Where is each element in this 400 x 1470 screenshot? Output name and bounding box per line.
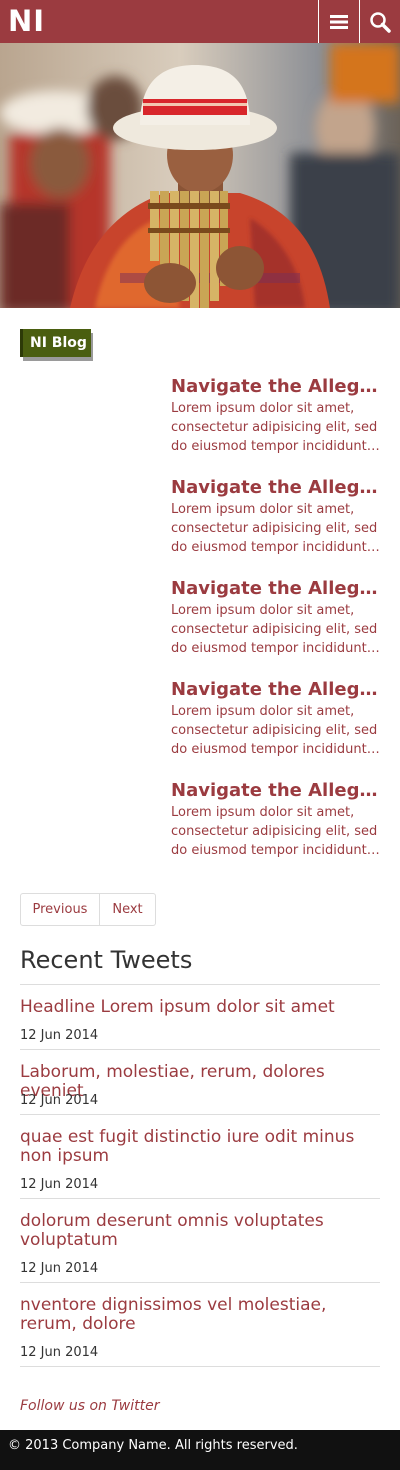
site-logo[interactable]: NI <box>8 4 45 38</box>
menu-icon <box>330 14 348 29</box>
pan-flute-player-photo <box>0 43 400 308</box>
post-excerpt: Lorem ipsum dolor sit amet, consectetur … <box>171 603 378 656</box>
tweet-item: dolorum deserunt omnis voluptates volupt… <box>20 1212 380 1250</box>
previous-button[interactable]: Previous <box>20 893 100 926</box>
blog-badge: NI Blog <box>20 329 91 357</box>
tweet-item: Headline Lorem ipsum dolor sit amet <box>20 998 380 1017</box>
hero-image <box>0 43 400 308</box>
tweet-link[interactable]: dolorum deserunt omnis voluptates volupt… <box>20 1212 380 1250</box>
blog-post[interactable]: Navigate the Allegheny River Lorem ipsum… <box>171 679 382 759</box>
tweet-date: 12 Jun 2014 <box>20 1345 99 1360</box>
post-excerpt: Lorem ipsum dolor sit amet, consectetur … <box>171 704 378 757</box>
site-header: NI <box>0 0 400 43</box>
recent-tweets-heading: Recent Tweets <box>20 946 193 974</box>
post-title[interactable]: Navigate the Allegheny River <box>171 477 382 499</box>
post-title[interactable]: Navigate the Allegheny River <box>171 679 382 701</box>
post-title[interactable]: Navigate the Allegheny River <box>171 578 382 600</box>
divider <box>20 1282 380 1283</box>
post-excerpt: Lorem ipsum dolor sit amet, consectetur … <box>171 805 378 858</box>
divider <box>20 1114 380 1115</box>
blog-post[interactable]: Navigate the Allegheny River Lorem ipsum… <box>171 376 382 456</box>
divider <box>20 1366 380 1367</box>
post-title[interactable]: Navigate the Allegheny River <box>171 376 382 398</box>
menu-button[interactable] <box>318 0 359 43</box>
search-icon <box>370 11 391 33</box>
tweet-date: 12 Jun 2014 <box>20 1093 99 1108</box>
blog-post[interactable]: Navigate the Allegheny River Lorem ipsum… <box>171 578 382 658</box>
post-title[interactable]: Navigate the Allegheny River <box>171 780 382 802</box>
tweet-link[interactable]: quae est fugit distinctio iure odit minu… <box>20 1128 380 1166</box>
tweet-date: 12 Jun 2014 <box>20 1177 99 1192</box>
blog-post[interactable]: Navigate the Allegheny River Lorem ipsum… <box>171 780 382 860</box>
tweet-date: 12 Jun 2014 <box>20 1261 99 1276</box>
next-button[interactable]: Next <box>100 893 156 926</box>
follow-twitter-link[interactable]: Follow us on Twitter <box>20 1396 159 1416</box>
tweet-link[interactable]: nventore dignissimos vel molestiae, reru… <box>20 1296 380 1334</box>
post-excerpt: Lorem ipsum dolor sit amet, consectetur … <box>171 401 378 454</box>
tweet-link[interactable]: Headline Lorem ipsum dolor sit amet <box>20 998 380 1017</box>
divider <box>20 1198 380 1199</box>
divider <box>20 984 380 985</box>
tweet-item: nventore dignissimos vel molestiae, reru… <box>20 1296 380 1334</box>
divider <box>20 1049 380 1050</box>
pagination: Previous Next <box>20 893 156 926</box>
tweet-item: quae est fugit distinctio iure odit minu… <box>20 1128 380 1166</box>
tweet-date: 12 Jun 2014 <box>20 1028 99 1043</box>
search-button[interactable] <box>359 0 400 43</box>
site-footer: © 2013 Company Name. All rights reserved… <box>0 1430 400 1470</box>
post-excerpt: Lorem ipsum dolor sit amet, consectetur … <box>171 502 378 555</box>
blog-post[interactable]: Navigate the Allegheny River Lorem ipsum… <box>171 477 382 557</box>
copyright-text: © 2013 Company Name. All rights reserved… <box>8 1438 298 1453</box>
